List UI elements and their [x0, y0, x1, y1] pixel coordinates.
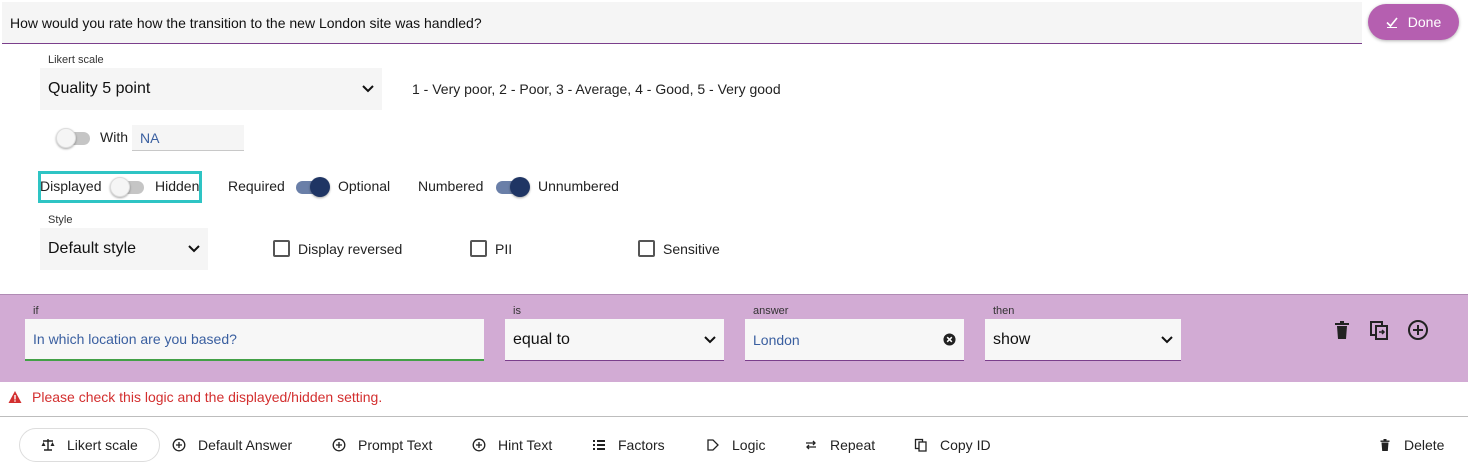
if-label: if — [33, 305, 39, 317]
if-question-input[interactable]: In which location are you based? — [25, 319, 484, 361]
sensitive-label: Sensitive — [663, 241, 720, 257]
pii-checkbox[interactable] — [470, 240, 487, 257]
scale-icon — [41, 439, 55, 451]
add-circle-icon — [332, 438, 346, 452]
copy-id-button[interactable]: Copy ID — [898, 428, 1007, 462]
chevron-down-icon — [188, 245, 200, 253]
done-button-label: Done — [1407, 14, 1442, 30]
answer-label: answer — [753, 305, 789, 317]
required-optional-toggle[interactable] — [294, 176, 330, 198]
hidden-label: Hidden — [155, 178, 200, 194]
trash-icon[interactable] — [1331, 319, 1353, 341]
is-operator-value: equal to — [513, 330, 570, 348]
logic-warning: Please check this logic and the displaye… — [8, 389, 382, 405]
with-label: With — [100, 129, 128, 145]
default-answer-label: Default Answer — [198, 437, 293, 453]
unnumbered-label: Unnumbered — [538, 178, 619, 194]
prompt-text-button[interactable]: Prompt Text — [316, 428, 448, 462]
factors-label: Factors — [618, 437, 665, 453]
likert-scale-description: 1 - Very poor, 2 - Poor, 3 - Average, 4 … — [412, 81, 781, 97]
logic-icon — [707, 439, 719, 451]
numbered-label: Numbered — [418, 178, 484, 194]
displayed-label: Displayed — [40, 178, 102, 194]
factors-button[interactable]: Factors — [576, 428, 681, 462]
trash-icon — [1380, 439, 1390, 451]
optional-label: Optional — [338, 178, 391, 194]
repeat-icon — [806, 440, 816, 450]
is-operator-select[interactable]: equal to — [505, 319, 724, 361]
with-na-toggle[interactable] — [56, 127, 92, 149]
question-text-input[interactable] — [2, 2, 1362, 44]
style-select[interactable]: Default style — [40, 228, 208, 270]
then-label: then — [993, 305, 1015, 317]
logic-rule-panel: if In which location are you based? is e… — [0, 294, 1468, 382]
if-question-value: In which location are you based? — [33, 331, 237, 347]
likert-scale-button-label: Likert scale — [67, 437, 138, 453]
style-selected: Default style — [48, 240, 137, 257]
default-answer-button[interactable]: Default Answer — [156, 428, 308, 462]
copy-logic-icon[interactable] — [1368, 319, 1390, 341]
repeat-button[interactable]: Repeat — [788, 428, 891, 462]
style-label: Style — [48, 214, 73, 226]
displayed-hidden-toggle[interactable] — [110, 176, 146, 198]
answer-input[interactable]: London — [745, 319, 964, 361]
delete-label: Delete — [1404, 437, 1445, 453]
answer-value: London — [753, 331, 800, 348]
likert-scale-label: Likert scale — [48, 54, 104, 66]
chevron-down-icon — [1161, 335, 1173, 343]
chevron-down-icon — [704, 335, 716, 343]
copy-icon — [914, 438, 927, 452]
hint-text-label: Hint Text — [498, 437, 553, 453]
likert-scale-button[interactable]: Likert scale — [19, 428, 160, 462]
delete-button[interactable]: Delete — [1362, 428, 1460, 462]
likert-scale-selected: Quality 5 point — [48, 80, 151, 97]
add-circle-icon — [172, 438, 186, 452]
clear-icon[interactable] — [943, 333, 956, 346]
repeat-label: Repeat — [830, 437, 876, 453]
done-button[interactable]: Done — [1368, 4, 1459, 40]
hint-text-button[interactable]: Hint Text — [456, 428, 568, 462]
chevron-down-icon — [362, 85, 374, 93]
is-label: is — [513, 305, 521, 317]
display-reversed-checkbox[interactable] — [273, 240, 290, 257]
logic-label: Logic — [732, 437, 766, 453]
then-action-value: show — [993, 330, 1031, 348]
warning-text: Please check this logic and the displaye… — [32, 389, 383, 405]
copy-id-label: Copy ID — [940, 437, 991, 453]
logic-button[interactable]: Logic — [690, 428, 781, 462]
likert-scale-select[interactable]: Quality 5 point — [40, 68, 382, 110]
numbered-unnumbered-toggle[interactable] — [494, 176, 530, 198]
divider — [0, 416, 1468, 417]
na-text-input[interactable] — [132, 125, 244, 151]
add-circle-icon — [472, 438, 486, 452]
display-reversed-label: Display reversed — [298, 241, 403, 257]
add-circle-icon[interactable] — [1407, 319, 1429, 341]
prompt-text-label: Prompt Text — [358, 437, 433, 453]
required-label: Required — [228, 178, 285, 194]
check-icon — [1386, 17, 1398, 28]
list-icon — [593, 440, 605, 450]
sensitive-checkbox[interactable] — [638, 240, 655, 257]
warning-icon — [8, 391, 22, 403]
then-action-select[interactable]: show — [985, 319, 1181, 361]
pii-label: PII — [495, 241, 513, 257]
